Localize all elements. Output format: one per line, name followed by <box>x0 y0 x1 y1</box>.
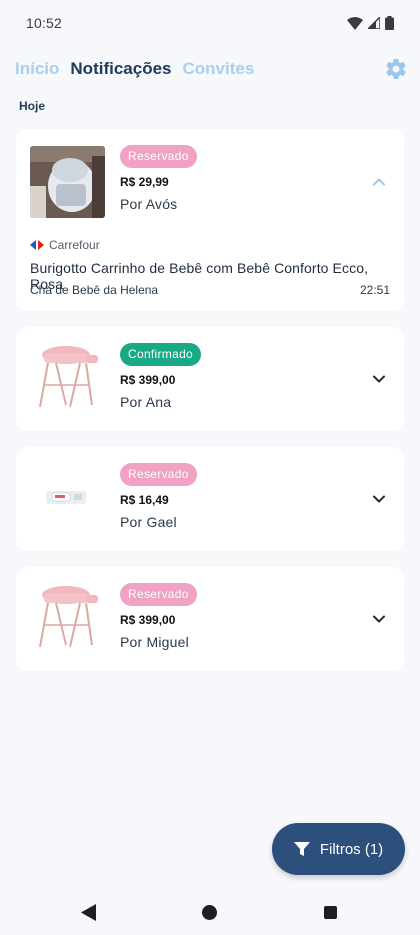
chevron-up-icon[interactable] <box>372 175 386 189</box>
product-image-bath-table <box>30 341 105 413</box>
reserved-by: Por Ana <box>120 394 172 410</box>
notification-card[interactable]: Confirmado R$ 399,00 Por Ana <box>16 327 404 431</box>
top-navigation: Início Notificações Convites <box>15 56 408 82</box>
price: R$ 16,49 <box>120 493 169 507</box>
tab-notificacoes[interactable]: Notificações <box>70 59 171 79</box>
tab-inicio[interactable]: Início <box>15 59 59 79</box>
product-image-wipes <box>30 461 105 533</box>
reserved-by: Por Avós <box>120 196 178 212</box>
status-badge: Reservado <box>120 583 197 606</box>
price: R$ 399,00 <box>120 613 176 627</box>
product-image-stroller <box>30 146 105 218</box>
price: R$ 399,00 <box>120 373 176 387</box>
chevron-down-icon[interactable] <box>372 492 386 506</box>
back-icon[interactable] <box>81 904 97 921</box>
recent-apps-icon[interactable] <box>324 906 337 919</box>
status-badge: Reservado <box>120 463 197 486</box>
home-icon[interactable] <box>202 905 217 920</box>
filter-icon <box>293 842 310 856</box>
status-bar: 10:52 <box>0 0 420 46</box>
system-navigation-bar <box>0 890 420 935</box>
status-time: 10:52 <box>26 15 63 31</box>
notification-card[interactable]: Reservado R$ 29,99 Por Avós Carrefour Bu… <box>16 129 404 311</box>
filters-button[interactable]: Filtros (1) <box>272 823 405 875</box>
chevron-down-icon[interactable] <box>372 372 386 386</box>
gear-icon[interactable] <box>384 57 408 81</box>
status-badge: Reservado <box>120 145 197 168</box>
status-icons <box>347 16 394 30</box>
section-title-today: Hoje <box>19 99 46 113</box>
notification-time: 22:51 <box>359 283 390 297</box>
chevron-down-icon[interactable] <box>372 612 386 626</box>
wifi-icon <box>347 16 363 30</box>
price: R$ 29,99 <box>120 175 169 189</box>
reserved-by: Por Gael <box>120 514 177 530</box>
signal-icon <box>368 17 380 29</box>
store-row: Carrefour <box>30 238 100 252</box>
product-image-bath-table <box>30 581 105 653</box>
carrefour-logo-icon <box>30 240 44 250</box>
battery-icon <box>385 16 394 30</box>
tab-convites[interactable]: Convites <box>183 59 255 79</box>
store-name: Carrefour <box>49 238 100 252</box>
notification-card[interactable]: Reservado R$ 16,49 Por Gael <box>16 447 404 551</box>
filters-label: Filtros (1) <box>319 840 384 858</box>
event-name: Chá de Bebê da Helena <box>30 283 159 297</box>
status-badge: Confirmado <box>120 343 202 366</box>
reserved-by: Por Miguel <box>120 634 189 650</box>
notification-card[interactable]: Reservado R$ 399,00 Por Miguel <box>16 567 404 671</box>
